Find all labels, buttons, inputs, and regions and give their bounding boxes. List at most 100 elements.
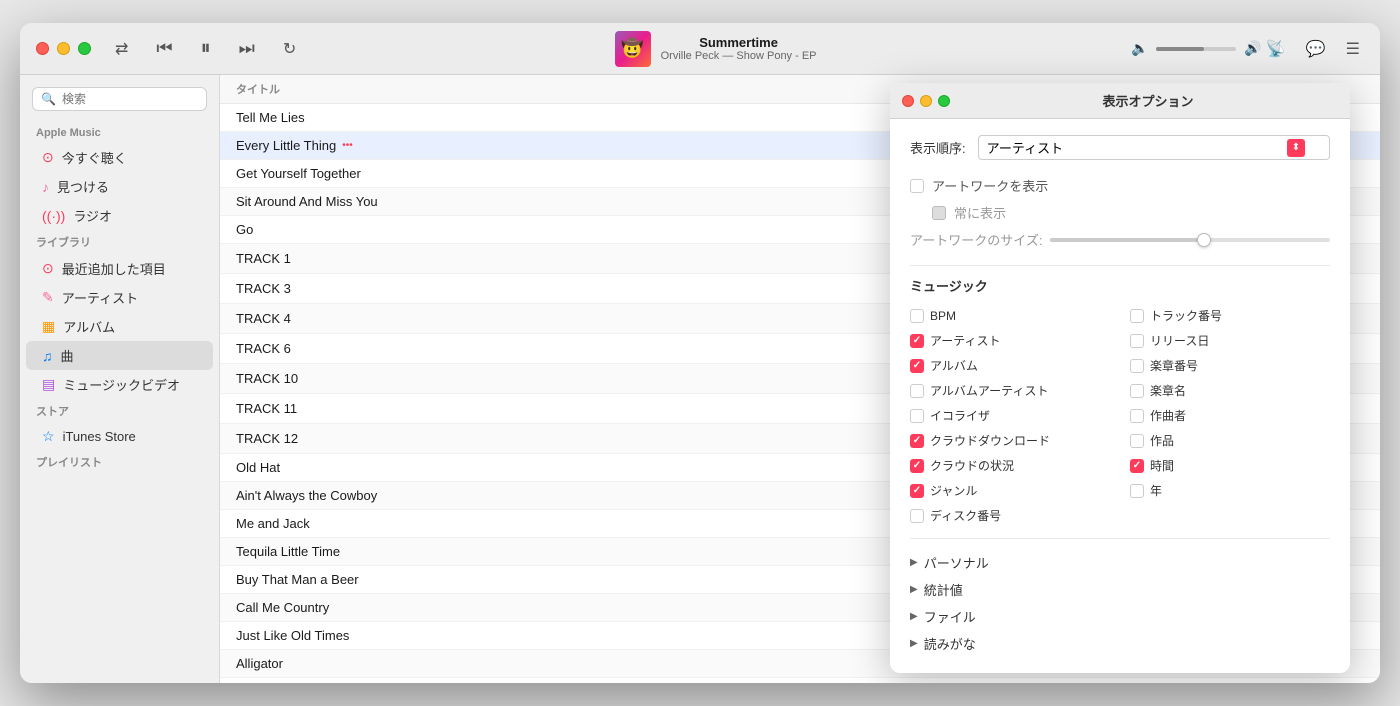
checkbox-disc-number[interactable] [910, 509, 924, 523]
repeat-icon: ↻ [283, 41, 296, 58]
traffic-lights [36, 42, 91, 55]
track-row[interactable]: Róróró ☁︎ Apple Music 4:21 [220, 678, 1380, 683]
sort-select[interactable]: アーティスト ⬍ [978, 135, 1330, 160]
track-title-text: Alligator [236, 656, 283, 671]
track-title-text: TRACK 1 [236, 251, 291, 266]
option-disc-number: ディスク番号 [910, 505, 1110, 526]
sidebar-item-songs[interactable]: ♫ 曲 [26, 341, 213, 370]
sidebar-item-radio[interactable]: ((·)) ラジオ [26, 201, 213, 230]
track-title-text: Sit Around And Miss You [236, 194, 378, 209]
collapsible-label: ファイル [924, 607, 976, 626]
lyrics-icon: 💬 [1306, 41, 1326, 58]
checkbox-release-date[interactable] [1130, 334, 1144, 348]
label-equalizer: イコライザ [930, 407, 990, 424]
sidebar-item-albums[interactable]: ▦ アルバム [26, 312, 213, 341]
shuffle-button[interactable]: ⇄ [111, 35, 132, 63]
lyrics-button[interactable]: 💬 [1302, 35, 1330, 63]
airplay-button[interactable]: 📡 [1262, 35, 1290, 63]
track-title-text: Ain't Always the Cowboy [236, 488, 377, 503]
right-controls: 📡 💬 ☰ [1262, 35, 1364, 63]
artwork-checkbox[interactable] [910, 179, 924, 193]
volume-slider[interactable] [1156, 47, 1236, 51]
artists-icon: ✎ [42, 289, 54, 306]
collapsible-section-1[interactable]: ▶ 統計値 [910, 576, 1330, 603]
recent-icon: ⊙ [42, 260, 54, 277]
sidebar-item-listen-now[interactable]: ⊙ 今すぐ聴く [26, 143, 213, 172]
itunes-icon: ☆ [42, 428, 55, 445]
option-chapter-name: 楽章名 [1130, 380, 1330, 401]
checkbox-cloud-download[interactable] [910, 434, 924, 448]
sidebar-section-apple-music: Apple Music [20, 123, 219, 143]
divider-2 [910, 538, 1330, 539]
pause-button[interactable]: ⏸ [197, 33, 215, 64]
checkbox-time[interactable] [1130, 459, 1144, 473]
sidebar-item-recent[interactable]: ⊙ 最近追加した項目 [26, 254, 213, 283]
checkbox-chapter-name[interactable] [1130, 384, 1144, 398]
collapsible-section-2[interactable]: ▶ ファイル [910, 603, 1330, 630]
next-button[interactable]: ⏭ [235, 34, 259, 63]
checkbox-cloud-status[interactable] [910, 459, 924, 473]
overlay-minimize-button[interactable] [920, 95, 932, 107]
sidebar-item-browse-label: 見つける [57, 177, 109, 196]
sidebar-section-playlists: プレイリスト [20, 450, 219, 474]
collapsible-sections: ▶ パーソナル ▶ 統計値 ▶ ファイル ▶ 読みがな [910, 549, 1330, 657]
sidebar-item-artists[interactable]: ✎ アーティスト [26, 283, 213, 312]
collapsible-arrow-icon: ▶ [910, 557, 918, 568]
label-bpm: BPM [930, 309, 956, 323]
track-title-text: Just Like Old Times [236, 628, 349, 643]
option-time: 時間 [1130, 455, 1330, 476]
sidebar-section-store: ストア [20, 399, 219, 423]
menu-button[interactable]: ☰ [1342, 35, 1364, 63]
checkbox-equalizer[interactable] [910, 409, 924, 423]
overlay-close-button[interactable] [902, 95, 914, 107]
artwork-size-slider[interactable] [1050, 238, 1330, 242]
now-playing-text: Summertime Orville Peck — Show Pony - EP [661, 35, 817, 62]
collapsible-section-0[interactable]: ▶ パーソナル [910, 549, 1330, 576]
checkbox-bpm[interactable] [910, 309, 924, 323]
now-playing-title: Summertime [661, 35, 817, 50]
checkbox-genre[interactable] [910, 484, 924, 498]
always-show-checkbox[interactable] [932, 206, 946, 220]
repeat-button[interactable]: ↻ [279, 35, 300, 63]
option-cloud-download: クラウドダウンロード [910, 430, 1110, 451]
checkbox-chapter-number[interactable] [1130, 359, 1144, 373]
checkbox-track-number[interactable] [1130, 309, 1144, 323]
collapsible-section-3[interactable]: ▶ 読みがな [910, 630, 1330, 657]
sidebar-item-itunes-label: iTunes Store [63, 429, 136, 444]
songs-icon: ♫ [42, 348, 53, 364]
checkbox-composer[interactable] [1130, 409, 1144, 423]
label-album: アルバム [930, 357, 978, 374]
sidebar-item-listen-now-label: 今すぐ聴く [62, 148, 127, 167]
checkbox-work[interactable] [1130, 434, 1144, 448]
track-title-text: TRACK 12 [236, 431, 298, 446]
close-button[interactable] [36, 42, 49, 55]
collapsible-arrow-icon: ▶ [910, 638, 918, 649]
sort-row: 表示順序: アーティスト ⬍ [910, 135, 1330, 160]
minimize-button[interactable] [57, 42, 70, 55]
option-cloud-status: クラウドの状況 [910, 455, 1110, 476]
options-grid: BPM トラック番号 アーティスト リリース日 アルバム [910, 305, 1330, 526]
search-input[interactable] [62, 92, 198, 106]
track-title-text: Every Little Thing [236, 138, 336, 153]
search-bar[interactable]: 🔍 [32, 87, 207, 111]
sidebar-item-musicvideos[interactable]: ▤ ミュージックビデオ [26, 370, 213, 399]
overlay-maximize-button[interactable] [938, 95, 950, 107]
listen-now-icon: ⊙ [42, 149, 54, 166]
label-album-artist: アルバムアーティスト [930, 382, 1048, 399]
radio-icon: ((·)) [42, 208, 65, 224]
previous-button[interactable]: ⏮ [152, 34, 176, 63]
sort-select-wrapper: アーティスト ⬍ [978, 135, 1330, 160]
sidebar-item-browse[interactable]: ♪ 見つける [26, 172, 213, 201]
sort-select-value: アーティスト [987, 138, 1063, 157]
sidebar-item-itunes[interactable]: ☆ iTunes Store [26, 423, 213, 450]
checkbox-artist[interactable] [910, 334, 924, 348]
divider-1 [910, 265, 1330, 266]
checkbox-year[interactable] [1130, 484, 1144, 498]
titlebar: ⇄ ⏮ ⏸ ⏭ ↻ 🤠 Summertime Orville Peck — Sh… [20, 23, 1380, 75]
maximize-button[interactable] [78, 42, 91, 55]
label-track-number: トラック番号 [1150, 307, 1222, 324]
checkbox-album-artist[interactable] [910, 384, 924, 398]
airplay-icon: 📡 [1266, 41, 1286, 58]
volume-high-icon: 🔊 [1244, 40, 1261, 57]
checkbox-album[interactable] [910, 359, 924, 373]
